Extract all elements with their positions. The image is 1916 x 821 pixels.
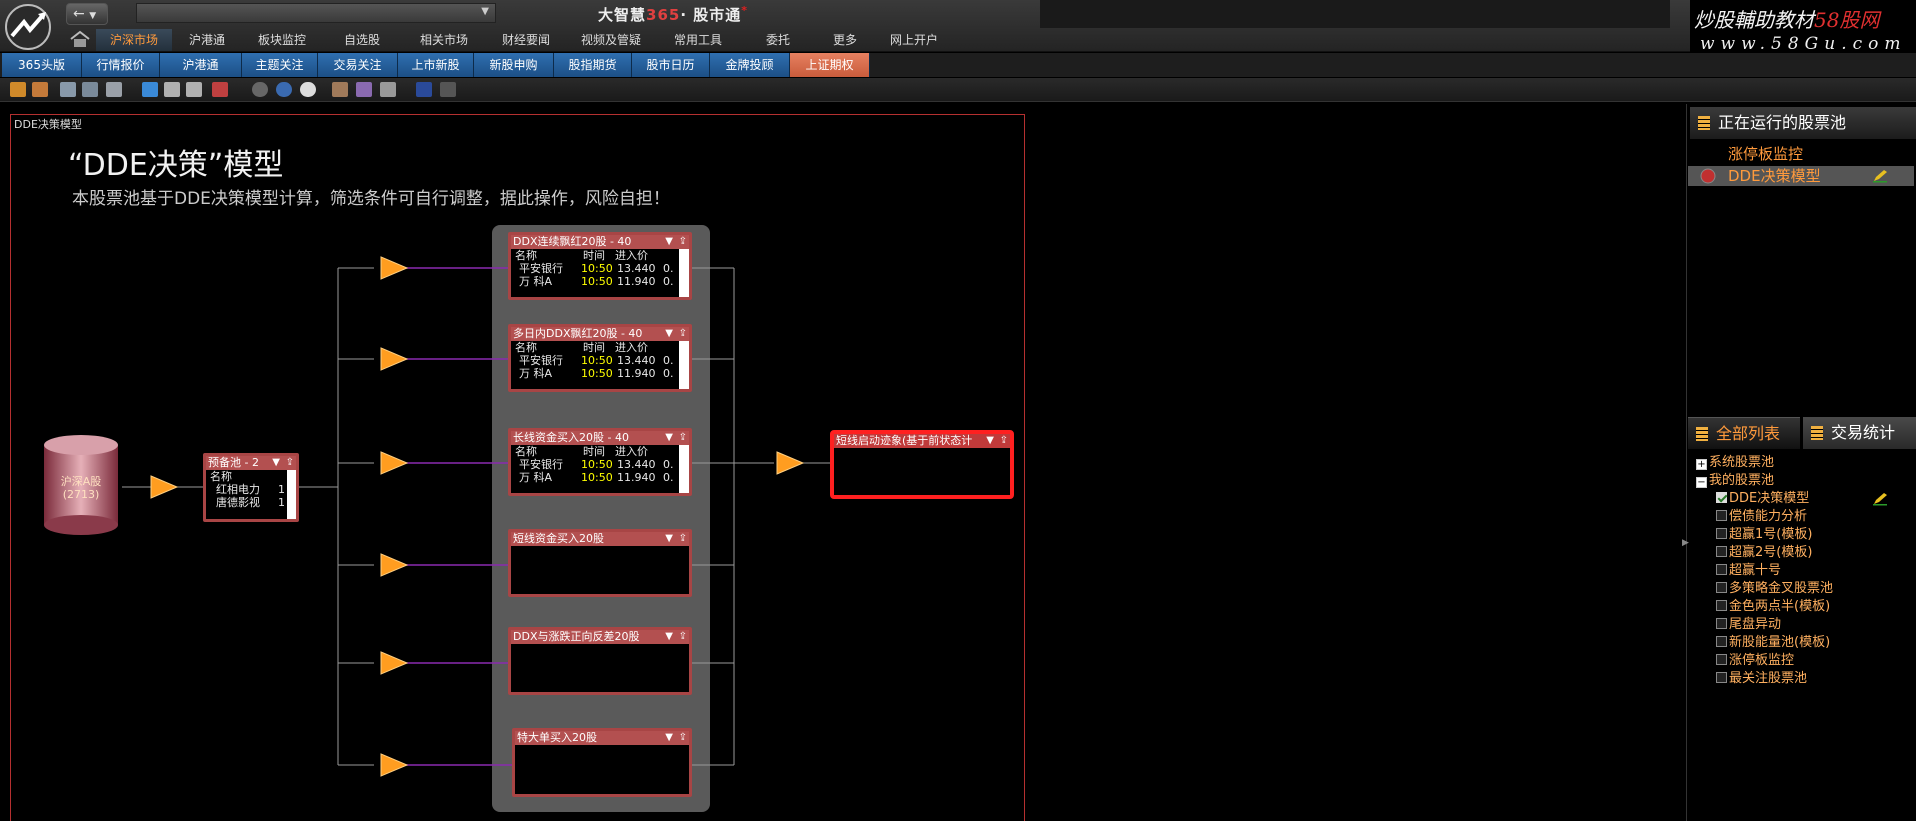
grid-icon [1811, 426, 1823, 440]
checkbox[interactable] [1716, 654, 1727, 665]
checkbox[interactable] [1716, 564, 1727, 575]
dropdown-icon[interactable]: ▼ [986, 434, 994, 448]
list-item[interactable]: 万 科A 10:50 11.940 0. [511, 275, 689, 288]
running-item[interactable]: 涨停板监控 [1728, 145, 1803, 163]
pool-list-item[interactable]: 尾盘异动 [1716, 616, 1781, 634]
pool-list-item[interactable]: 超赢十号 [1716, 562, 1781, 580]
pool-list-item[interactable]: 超赢1号(模板) [1716, 526, 1812, 544]
list-item[interactable]: 万 科A 10:50 11.940 0. [511, 471, 689, 484]
pool-list-item[interactable]: 超赢2号(模板) [1716, 544, 1812, 562]
list-item[interactable]: 平安银行 10:50 13.440 0. [511, 458, 689, 471]
dropdown-icon[interactable]: ▼ [665, 431, 673, 445]
node-header[interactable]: DDX连续飘红20股 - 40 ▼ ⇪ [511, 235, 689, 249]
edit-pencil-icon[interactable] [1872, 492, 1888, 506]
filter-node[interactable]: 多日内DDX飘红20股 - 40 ▼ ⇪ 名称 时间 进入价 平安银行 10:50 13.440… [508, 324, 692, 392]
pool-list-item[interactable]: 新股能量池(模板) [1716, 634, 1830, 652]
node-header[interactable]: DDX与涨跌正向反差20股 ▼ ⇪ [511, 630, 689, 644]
pool-list-item[interactable]: 最关注股票池 [1716, 670, 1807, 688]
filter-node[interactable]: DDX连续飘红20股 - 40 ▼ ⇪ 名称 时间 进入价 平安银行 10:50 13.440 0… [508, 232, 692, 300]
filter-node[interactable]: 特大单买入20股 ▼ ⇪ [512, 728, 692, 797]
checkbox[interactable] [1716, 672, 1727, 683]
flow-arrow-icon [776, 451, 804, 475]
pool-list-item[interactable]: DDE决策模型 [1716, 490, 1809, 508]
stop-running-icon[interactable] [1700, 168, 1716, 184]
pool-list-item[interactable]: 偿债能力分析 [1716, 508, 1807, 526]
dropdown-icon[interactable]: ▼ [665, 731, 673, 745]
expand-icon[interactable]: ⇪ [679, 630, 687, 644]
expand-icon[interactable]: ⇪ [679, 431, 687, 445]
column-header: 名称 时间 进入价 [515, 249, 648, 262]
node-header[interactable]: 预备池 - 2 ▼ ⇪ [206, 456, 296, 470]
node-header[interactable]: 短线启动迹象(基于前状态计 ▼ ⇪ [834, 434, 1010, 448]
expand-icon[interactable]: ⇪ [679, 235, 687, 249]
flow-arrow-icon [380, 256, 408, 280]
flow-arrow-icon [380, 553, 408, 577]
expand-icon[interactable]: ⇪ [1000, 434, 1008, 448]
scrollbar[interactable] [679, 341, 689, 389]
list-item[interactable]: 平安银行 10:50 13.440 0. [511, 354, 689, 367]
source-label: 沪深A股 (2713) [60, 475, 102, 501]
column-header: 名称 时间 进入价 [515, 341, 648, 354]
checkbox[interactable] [1716, 528, 1727, 539]
list-item[interactable]: 唐德影视 1 [206, 496, 296, 509]
flow-arrow-icon [380, 651, 408, 675]
collapse-arrow-icon[interactable]: ▶ [1682, 538, 1689, 548]
list-item[interactable]: 万 科A 10:50 11.940 0. [511, 367, 689, 380]
tab-all-list[interactable]: 全部列表 [1688, 417, 1800, 449]
node-header[interactable]: 长线资金买入20股 - 40 ▼ ⇪ [511, 431, 689, 445]
expand-icon[interactable]: ⇪ [286, 456, 294, 470]
pool-list-item[interactable]: 金色两点半(模板) [1716, 598, 1830, 616]
edit-pencil-icon[interactable] [1872, 169, 1888, 183]
node-header[interactable]: 短线资金买入20股 ▼ ⇪ [511, 532, 689, 546]
expand-icon[interactable]: ⇪ [679, 532, 687, 546]
filter-node[interactable]: 短线资金买入20股 ▼ ⇪ [508, 529, 692, 597]
node-header[interactable]: 特大单买入20股 ▼ ⇪ [515, 731, 689, 745]
dropdown-icon[interactable]: ▼ [665, 327, 673, 341]
grid-icon [1698, 116, 1710, 130]
filter-node[interactable]: DDX与涨跌正向反差20股 ▼ ⇪ [508, 627, 692, 695]
running-pools-header: 正在运行的股票池 [1690, 107, 1916, 139]
checkbox[interactable] [1716, 510, 1727, 521]
dropdown-icon[interactable]: ▼ [665, 630, 673, 644]
tab-trade-stats[interactable]: 交易统计 [1803, 417, 1916, 449]
grid-icon [1696, 427, 1708, 441]
expand-icon[interactable]: ⇪ [679, 327, 687, 341]
column-header: 名称 时间 进入价 [515, 445, 648, 458]
flow-arrow-icon [380, 753, 408, 777]
pool-list-item[interactable]: 多策略金叉股票池 [1716, 580, 1833, 598]
checkbox[interactable] [1716, 600, 1727, 611]
tree-node-mine[interactable]: − 我的股票池 [1696, 472, 1774, 490]
checkbox[interactable] [1716, 492, 1727, 503]
dropdown-icon[interactable]: ▼ [665, 235, 673, 249]
flow-lines [122, 267, 830, 766]
flow-arrow-icon [380, 451, 408, 475]
scrollbar[interactable] [287, 470, 296, 519]
checkbox[interactable] [1716, 618, 1727, 629]
node-header[interactable]: 多日内DDX飘红20股 - 40 ▼ ⇪ [511, 327, 689, 341]
pool-list-item[interactable]: 涨停板监控 [1716, 652, 1794, 670]
collapse-minus-icon[interactable]: − [1696, 477, 1707, 488]
list-item[interactable]: 平安银行 10:50 13.440 0. [511, 262, 689, 275]
expand-plus-icon[interactable]: + [1696, 459, 1707, 470]
scrollbar[interactable] [679, 445, 689, 493]
flow-arrow-icon [150, 475, 178, 499]
filter-node[interactable]: 长线资金买入20股 - 40 ▼ ⇪ 名称 时间 进入价 平安银行 10:50 13.440 0.… [508, 428, 692, 496]
dropdown-icon[interactable]: ▼ [272, 456, 280, 470]
list-item[interactable]: 红相电力 1 [206, 483, 296, 496]
dropdown-icon[interactable]: ▼ [665, 532, 673, 546]
pre-pool-node[interactable]: 预备池 - 2 ▼ ⇪ 名称 红相电力 1 唐德影视 1 [203, 453, 299, 522]
tree-node-system[interactable]: + 系统股票池 [1696, 454, 1774, 472]
checkbox[interactable] [1716, 636, 1727, 647]
checkbox[interactable] [1716, 582, 1727, 593]
scrollbar[interactable] [679, 249, 689, 297]
output-node[interactable]: 短线启动迹象(基于前状态计 ▼ ⇪ [830, 430, 1014, 499]
running-item-label: DDE决策模型 [1728, 167, 1821, 185]
expand-icon[interactable]: ⇪ [679, 731, 687, 745]
flow-arrow-icon [380, 347, 408, 371]
column-header: 名称 [210, 470, 232, 483]
checkbox[interactable] [1716, 546, 1727, 557]
